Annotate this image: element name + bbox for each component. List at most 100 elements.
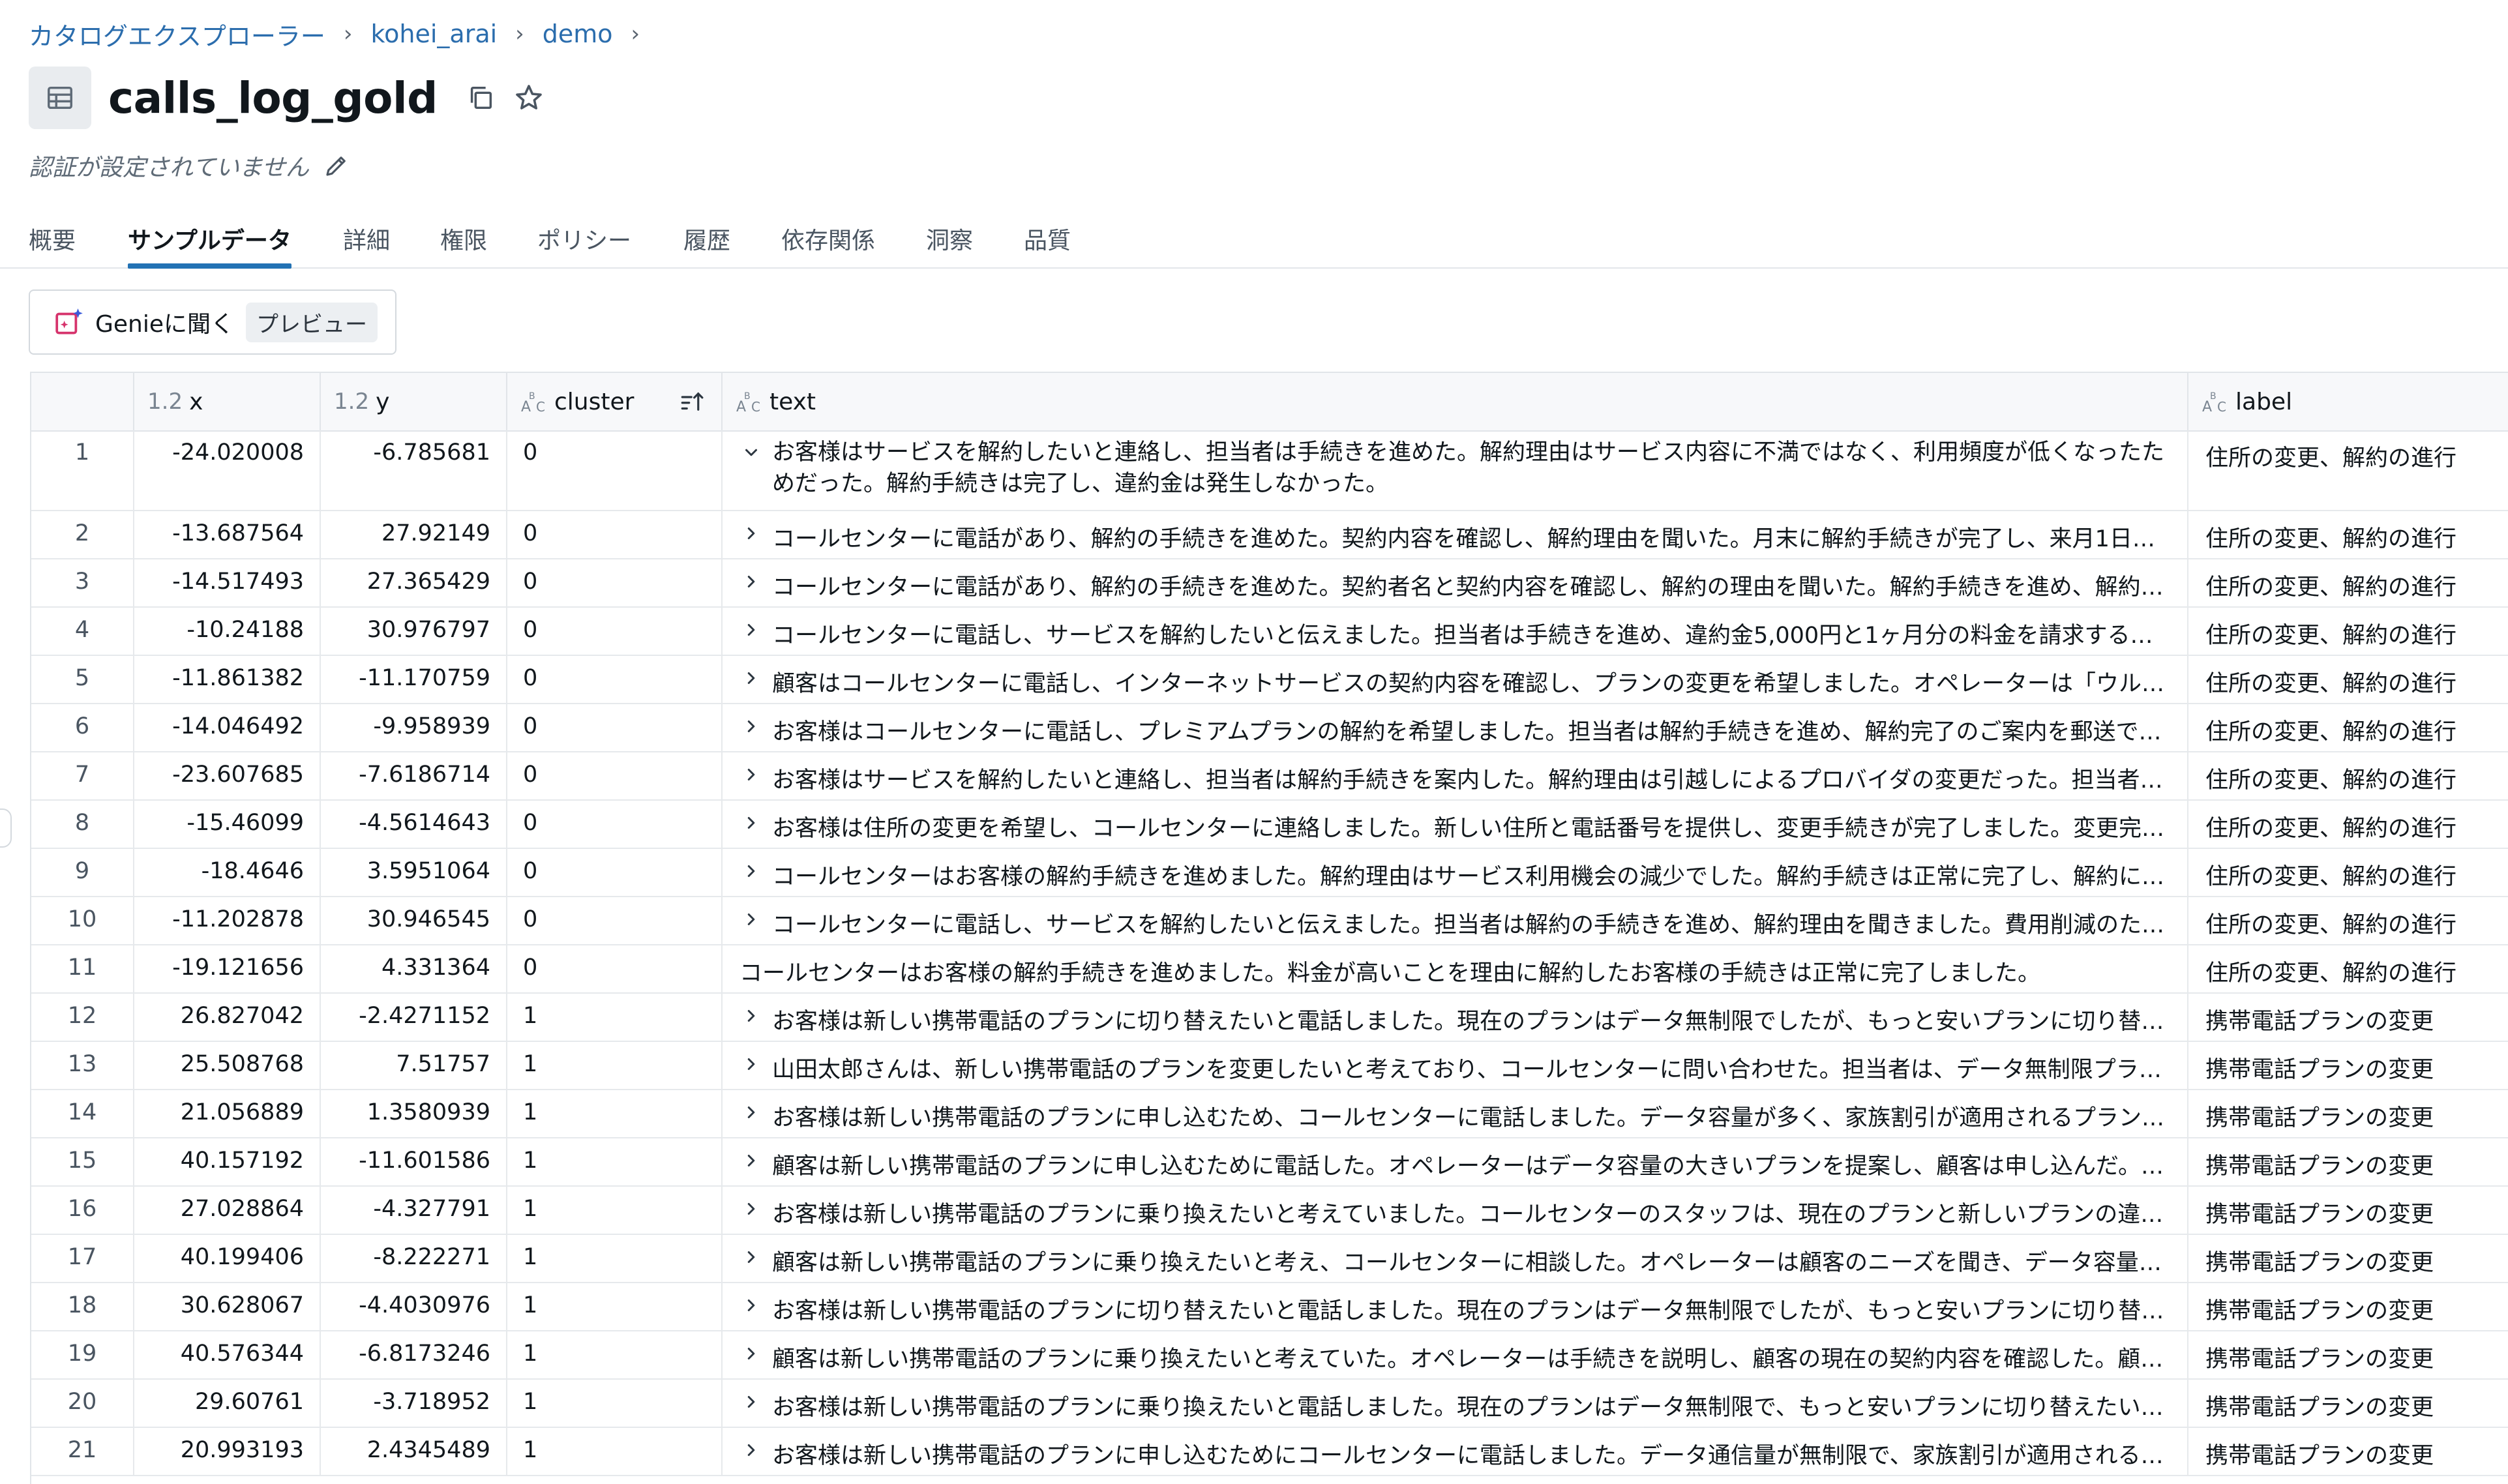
- text-cell[interactable]: 顧客は新しい携帯電話のプランに乗り換えたいと考え、コールセンターに相談した。オペ…: [723, 1235, 2188, 1282]
- x-cell[interactable]: -14.517493: [134, 559, 321, 606]
- cluster-cell[interactable]: 0: [507, 897, 723, 944]
- chevron-right-icon[interactable]: [739, 1389, 763, 1415]
- header-cluster[interactable]: A B C cluster: [507, 373, 723, 430]
- chevron-right-icon[interactable]: [739, 1196, 763, 1222]
- x-cell[interactable]: -15.46099: [134, 801, 321, 848]
- cluster-cell[interactable]: 1: [507, 1428, 723, 1475]
- breadcrumb-catalog-explorer[interactable]: カタログエクスプローラー: [29, 16, 325, 52]
- table-row[interactable]: 3 -14.517493 27.365429 0 コールセンターに電話があり、解約の手続…: [31, 559, 2508, 608]
- y-cell[interactable]: 27.92149: [321, 511, 507, 558]
- text-cell[interactable]: お客様は新しい携帯電話のプランに切り替えたいと電話しました。現在のプランはデータ…: [723, 1283, 2188, 1330]
- y-cell[interactable]: -11.170759: [321, 656, 507, 703]
- cluster-cell[interactable]: 0: [507, 945, 723, 992]
- chevron-right-icon[interactable]: [739, 1292, 763, 1318]
- y-cell[interactable]: 30.976797: [321, 608, 507, 655]
- label-cell[interactable]: 住所の変更、解約の進行: [2188, 559, 2508, 606]
- table-row[interactable]: 14 21.056889 1.3580939 1 お客様は新しい携帯電話のプランに申し込…: [31, 1090, 2508, 1138]
- y-cell[interactable]: -4.5614643: [321, 801, 507, 848]
- header-label[interactable]: A B C label: [2188, 373, 2508, 430]
- table-row[interactable]: 16 27.028864 -4.327791 1 お客様は新しい携帯電話のプランに乗り換…: [31, 1187, 2508, 1235]
- cluster-cell[interactable]: 0: [507, 704, 723, 751]
- x-cell[interactable]: 21.056889: [134, 1090, 321, 1137]
- text-cell[interactable]: お客様はコールセンターに電話し、プレミアムプランの解約を希望しました。担当者は解…: [723, 704, 2188, 751]
- header-text[interactable]: A B C text: [723, 373, 2188, 430]
- table-row[interactable]: 1 -24.020008 -6.785681 0 お客様はサービスを解約したいと連絡し、…: [31, 430, 2508, 511]
- label-cell[interactable]: 携帯電話プランの変更: [2188, 1187, 2508, 1234]
- sort-ascending-icon[interactable]: [678, 387, 707, 416]
- cluster-cell[interactable]: 0: [507, 511, 723, 558]
- cluster-cell[interactable]: 0: [507, 801, 723, 848]
- label-cell[interactable]: 住所の変更、解約の進行: [2188, 801, 2508, 848]
- x-cell[interactable]: 25.508768: [134, 1042, 321, 1089]
- table-row[interactable]: 7 -23.607685 -7.6186714 0 お客様はサービスを解約したいと連絡し…: [31, 752, 2508, 801]
- tab-overview[interactable]: 概要: [29, 211, 76, 266]
- y-cell[interactable]: -4.327791: [321, 1187, 507, 1234]
- table-row[interactable]: 13 25.508768 7.51757 1 山田太郎さんは、新しい携帯電話のプランを変…: [31, 1042, 2508, 1090]
- cluster-cell[interactable]: 1: [507, 1380, 723, 1427]
- chevron-right-icon[interactable]: [739, 1437, 763, 1463]
- chevron-right-icon[interactable]: [739, 762, 763, 788]
- y-cell[interactable]: 3.5951064: [321, 849, 507, 896]
- text-cell[interactable]: 顧客は新しい携帯電話のプランに申し込むために電話した。オペレーターはデータ容量の…: [723, 1138, 2188, 1185]
- label-cell[interactable]: 携帯電話プランの変更: [2188, 1042, 2508, 1089]
- label-cell[interactable]: 携帯電話プランの変更: [2188, 1331, 2508, 1378]
- x-cell[interactable]: 29.60761: [134, 1380, 321, 1427]
- table-row[interactable]: 10 -11.202878 30.946545 0 コールセンターに電話し、サービスを解…: [31, 897, 2508, 945]
- text-cell[interactable]: お客様は新しい携帯電話のプランに切り替えたいと電話しました。現在のプランはデータ…: [723, 994, 2188, 1041]
- tab-insights[interactable]: 洞察: [926, 211, 973, 266]
- chevron-down-icon[interactable]: [739, 439, 763, 466]
- cluster-cell[interactable]: 1: [507, 1138, 723, 1185]
- label-cell[interactable]: 住所の変更、解約の進行: [2188, 511, 2508, 558]
- table-row[interactable]: 4 -10.24188 30.976797 0 コールセンターに電話し、サービスを解約し…: [31, 608, 2508, 656]
- cluster-cell[interactable]: 1: [507, 994, 723, 1041]
- x-cell[interactable]: 40.199406: [134, 1235, 321, 1282]
- cluster-cell[interactable]: 0: [507, 430, 723, 510]
- star-icon[interactable]: [512, 81, 546, 115]
- header-y[interactable]: 1.2 y: [321, 373, 507, 430]
- text-cell[interactable]: 顧客はコールセンターに電話し、インターネットサービスの契約内容を確認し、プランの…: [723, 656, 2188, 703]
- label-cell[interactable]: 住所の変更、解約の進行: [2188, 656, 2508, 703]
- copy-icon[interactable]: [464, 81, 498, 115]
- chevron-right-icon[interactable]: [739, 713, 763, 739]
- x-cell[interactable]: -19.121656: [134, 945, 321, 992]
- cluster-cell[interactable]: 1: [507, 1090, 723, 1137]
- cluster-cell[interactable]: 0: [507, 559, 723, 606]
- cluster-cell[interactable]: 1: [507, 1187, 723, 1234]
- header-x[interactable]: 1.2 x: [134, 373, 321, 430]
- y-cell[interactable]: -3.718952: [321, 1380, 507, 1427]
- cluster-cell[interactable]: 0: [507, 849, 723, 896]
- table-row[interactable]: 5 -11.861382 -11.170759 0 顧客はコールセンターに電話し、インタ…: [31, 656, 2508, 704]
- cluster-cell[interactable]: 1: [507, 1331, 723, 1378]
- y-cell[interactable]: 30.946545: [321, 897, 507, 944]
- label-cell[interactable]: 住所の変更、解約の進行: [2188, 849, 2508, 896]
- table-row[interactable]: 6 -14.046492 -9.958939 0 お客様はコールセンターに電話し、プレミ…: [31, 704, 2508, 752]
- label-cell[interactable]: 住所の変更、解約の進行: [2188, 430, 2508, 510]
- y-cell[interactable]: 4.331364: [321, 945, 507, 992]
- chevron-right-icon[interactable]: [739, 1148, 763, 1174]
- x-cell[interactable]: -18.4646: [134, 849, 321, 896]
- breadcrumb-catalog[interactable]: kohei_arai: [370, 20, 497, 48]
- label-cell[interactable]: 携帯電話プランの変更: [2188, 1138, 2508, 1185]
- chevron-right-icon[interactable]: [739, 1003, 763, 1029]
- label-cell[interactable]: 携帯電話プランの変更: [2188, 1428, 2508, 1475]
- y-cell[interactable]: 27.365429: [321, 559, 507, 606]
- table-row[interactable]: 17 40.199406 -8.222271 1 顧客は新しい携帯電話のプランに乗り換え…: [31, 1235, 2508, 1283]
- text-cell[interactable]: お客様は新しい携帯電話のプランに乗り換えたいと電話しました。現在のプランはデータ…: [723, 1380, 2188, 1427]
- x-cell[interactable]: -11.861382: [134, 656, 321, 703]
- label-cell[interactable]: 住所の変更、解約の進行: [2188, 608, 2508, 655]
- text-cell[interactable]: お客様は新しい携帯電話のプランに申し込むため、コールセンターに電話しました。デー…: [723, 1090, 2188, 1137]
- x-cell[interactable]: 40.157192: [134, 1138, 321, 1185]
- chevron-right-icon[interactable]: [739, 906, 763, 932]
- cluster-cell[interactable]: 0: [507, 656, 723, 703]
- text-cell[interactable]: コールセンターに電話があり、解約の手続きを進めた。契約内容を確認し、解約理由を聞…: [723, 511, 2188, 558]
- y-cell[interactable]: 2.4345489: [321, 1428, 507, 1475]
- breadcrumb-schema[interactable]: demo: [543, 20, 613, 48]
- x-cell[interactable]: 20.993193: [134, 1428, 321, 1475]
- table-row[interactable]: 20 29.60761 -3.718952 1 お客様は新しい携帯電話のプランに乗り換え…: [31, 1380, 2508, 1428]
- text-cell[interactable]: コールセンターに電話し、サービスを解約したいと伝えました。担当者は解約の手続きを…: [723, 897, 2188, 944]
- table-row[interactable]: 18 30.628067 -4.4030976 1 お客様は新しい携帯電話のプランに切り…: [31, 1283, 2508, 1331]
- text-cell[interactable]: コールセンターはお客様の解約手続きを進めました。料金が高いことを理由に解約したお…: [723, 945, 2188, 992]
- y-cell[interactable]: -11.601586: [321, 1138, 507, 1185]
- text-cell[interactable]: 山田太郎さんは、新しい携帯電話のプランを変更したいと考えており、コールセンターに…: [723, 1042, 2188, 1089]
- x-cell[interactable]: 30.628067: [134, 1283, 321, 1330]
